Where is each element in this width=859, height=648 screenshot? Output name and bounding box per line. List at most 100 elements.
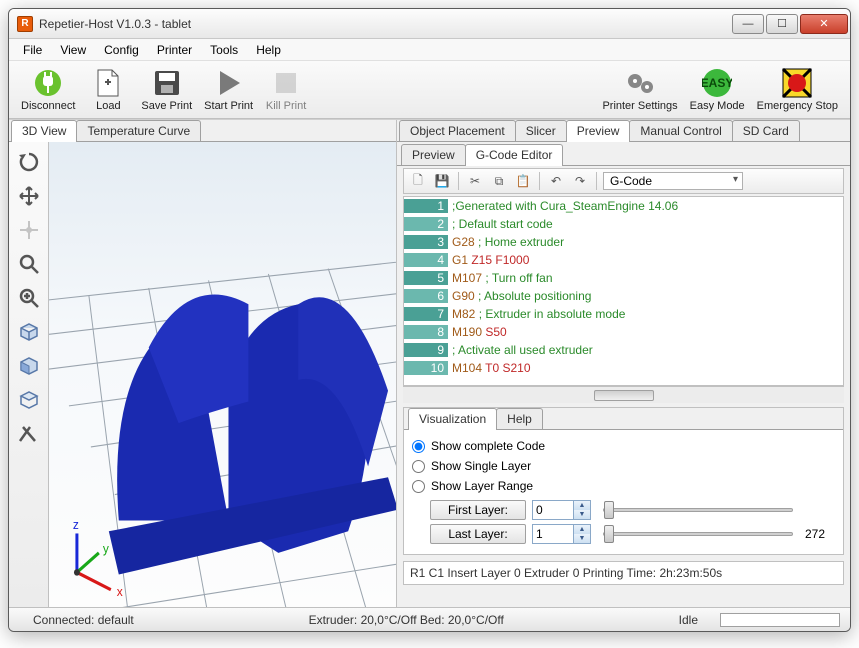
copy-icon[interactable]: ⧉: [489, 171, 509, 191]
rotate-tool[interactable]: [13, 146, 45, 178]
right-tabs: Object Placement Slicer Preview Manual C…: [397, 120, 850, 142]
parallel-lines-tool[interactable]: [13, 418, 45, 450]
horizontal-scrollbar[interactable]: [403, 386, 844, 403]
emergency-stop-button[interactable]: Emergency Stop: [751, 64, 844, 116]
gcode-line[interactable]: 2; Default start code: [404, 215, 843, 233]
gcode-line[interactable]: 8M190 S50: [404, 323, 843, 341]
first-layer-down[interactable]: ▼: [574, 510, 590, 519]
titlebar: R Repetier-Host V1.0.3 - tablet — ☐ ✕: [9, 9, 850, 39]
tab-preview[interactable]: Preview: [566, 120, 631, 142]
zoom-tool[interactable]: [13, 248, 45, 280]
first-layer-up[interactable]: ▲: [574, 501, 590, 510]
tab-help[interactable]: Help: [496, 408, 543, 429]
first-layer-spinner[interactable]: ▲▼: [532, 500, 591, 520]
radio-single-input[interactable]: [412, 460, 425, 473]
menu-view[interactable]: View: [52, 41, 94, 59]
tab-slicer[interactable]: Slicer: [515, 120, 567, 141]
subtab-gcode-editor[interactable]: G-Code Editor: [465, 144, 564, 166]
gcode-line[interactable]: 6G90 ; Absolute positioning: [404, 287, 843, 305]
left-pane: 3D View Temperature Curve: [9, 120, 397, 607]
save-print-button[interactable]: Save Print: [135, 64, 198, 116]
first-layer-input[interactable]: [533, 501, 573, 519]
start-print-label: Start Print: [204, 100, 253, 112]
easy-mode-button[interactable]: EASY Easy Mode: [684, 64, 751, 116]
minimize-button[interactable]: —: [732, 14, 764, 34]
radio-range-input[interactable]: [412, 480, 425, 493]
menu-help[interactable]: Help: [248, 41, 289, 59]
editor-toolbar: 🗋 💾 ✂ ⧉ 📋 ↶ ↷ G-Code: [403, 168, 844, 194]
gears-icon: [625, 68, 655, 98]
radio-complete-input[interactable]: [412, 440, 425, 453]
new-file-icon[interactable]: 🗋: [408, 171, 428, 191]
zoom-fit-tool[interactable]: [13, 282, 45, 314]
3d-canvas[interactable]: x y z: [49, 142, 396, 607]
view-toolbar: [9, 142, 49, 607]
toolbar: Disconnect Load Save Print Start Print K…: [9, 61, 850, 119]
menubar: File View Config Printer Tools Help: [9, 39, 850, 61]
subtab-preview[interactable]: Preview: [401, 144, 466, 165]
easy-mode-label: Easy Mode: [690, 100, 745, 112]
gcode-line[interactable]: 4G1 Z15 F1000: [404, 251, 843, 269]
iso-view-tool[interactable]: [13, 316, 45, 348]
move-tool[interactable]: [13, 180, 45, 212]
tab-visualization[interactable]: Visualization: [408, 408, 497, 430]
printer-settings-button[interactable]: Printer Settings: [596, 64, 683, 116]
menu-printer[interactable]: Printer: [149, 41, 200, 59]
gcode-line[interactable]: 5M107 ; Turn off fan: [404, 269, 843, 287]
emergency-stop-icon: [782, 68, 812, 98]
svg-text:x: x: [117, 585, 124, 600]
gcode-line[interactable]: 1;Generated with Cura_SteamEngine 14.06: [404, 197, 843, 215]
last-layer-spinner[interactable]: ▲▼: [532, 524, 591, 544]
gcode-editor[interactable]: 1;Generated with Cura_SteamEngine 14.062…: [403, 196, 844, 386]
radio-show-single[interactable]: Show Single Layer: [412, 456, 835, 476]
front-view-tool[interactable]: [13, 350, 45, 382]
max-layer-label: 272: [805, 527, 835, 541]
top-view-tool[interactable]: [13, 384, 45, 416]
menu-config[interactable]: Config: [96, 41, 147, 59]
menu-file[interactable]: File: [15, 41, 50, 59]
load-button[interactable]: Load: [81, 64, 135, 116]
tab-manual-control[interactable]: Manual Control: [629, 120, 732, 141]
move-object-tool[interactable]: [13, 214, 45, 246]
cut-icon[interactable]: ✂: [465, 171, 485, 191]
undo-icon[interactable]: ↶: [546, 171, 566, 191]
first-layer-slider[interactable]: [603, 508, 793, 512]
redo-icon[interactable]: ↷: [570, 171, 590, 191]
app-icon: R: [17, 16, 33, 32]
kill-print-button[interactable]: Kill Print: [259, 64, 313, 116]
start-print-button[interactable]: Start Print: [198, 64, 259, 116]
gcode-line[interactable]: 9; Activate all used extruder: [404, 341, 843, 359]
radio-show-range[interactable]: Show Layer Range: [412, 476, 835, 496]
close-button[interactable]: ✕: [800, 14, 848, 34]
last-layer-slider[interactable]: [603, 532, 793, 536]
last-layer-down[interactable]: ▼: [574, 534, 590, 543]
visualization-panel: Visualization Help Show complete Code Sh…: [403, 407, 844, 555]
last-layer-input[interactable]: [533, 525, 573, 543]
radio-show-complete[interactable]: Show complete Code: [412, 436, 835, 456]
editor-status-line: R1 C1 Insert Layer 0 Extruder 0 Printing…: [403, 561, 844, 585]
paste-icon[interactable]: 📋: [513, 171, 533, 191]
save-icon: [152, 68, 182, 98]
gcode-line[interactable]: 3G28 ; Home extruder: [404, 233, 843, 251]
tab-temperature-curve[interactable]: Temperature Curve: [76, 120, 201, 141]
emergency-stop-label: Emergency Stop: [757, 100, 838, 112]
left-tabs: 3D View Temperature Curve: [9, 120, 396, 142]
save-file-icon[interactable]: 💾: [432, 171, 452, 191]
tab-3d-view[interactable]: 3D View: [11, 120, 77, 142]
last-layer-button[interactable]: Last Layer:: [430, 524, 526, 544]
tab-object-placement[interactable]: Object Placement: [399, 120, 516, 141]
svg-text:y: y: [103, 541, 110, 556]
gcode-line[interactable]: 10M104 T0 S210: [404, 359, 843, 377]
gcode-line[interactable]: 7M82 ; Extruder in absolute mode: [404, 305, 843, 323]
tab-sd-card[interactable]: SD Card: [732, 120, 800, 141]
status-temperature: Extruder: 20,0°C/Off Bed: 20,0°C/Off: [295, 613, 518, 627]
status-connection: Connected: default: [19, 613, 148, 627]
disconnect-button[interactable]: Disconnect: [15, 64, 81, 116]
status-state: Idle: [665, 613, 712, 627]
first-layer-button[interactable]: First Layer:: [430, 500, 526, 520]
maximize-button[interactable]: ☐: [766, 14, 798, 34]
progress-bar: [720, 613, 840, 627]
last-layer-up[interactable]: ▲: [574, 525, 590, 534]
gcode-type-dropdown[interactable]: G-Code: [603, 172, 743, 190]
menu-tools[interactable]: Tools: [202, 41, 246, 59]
